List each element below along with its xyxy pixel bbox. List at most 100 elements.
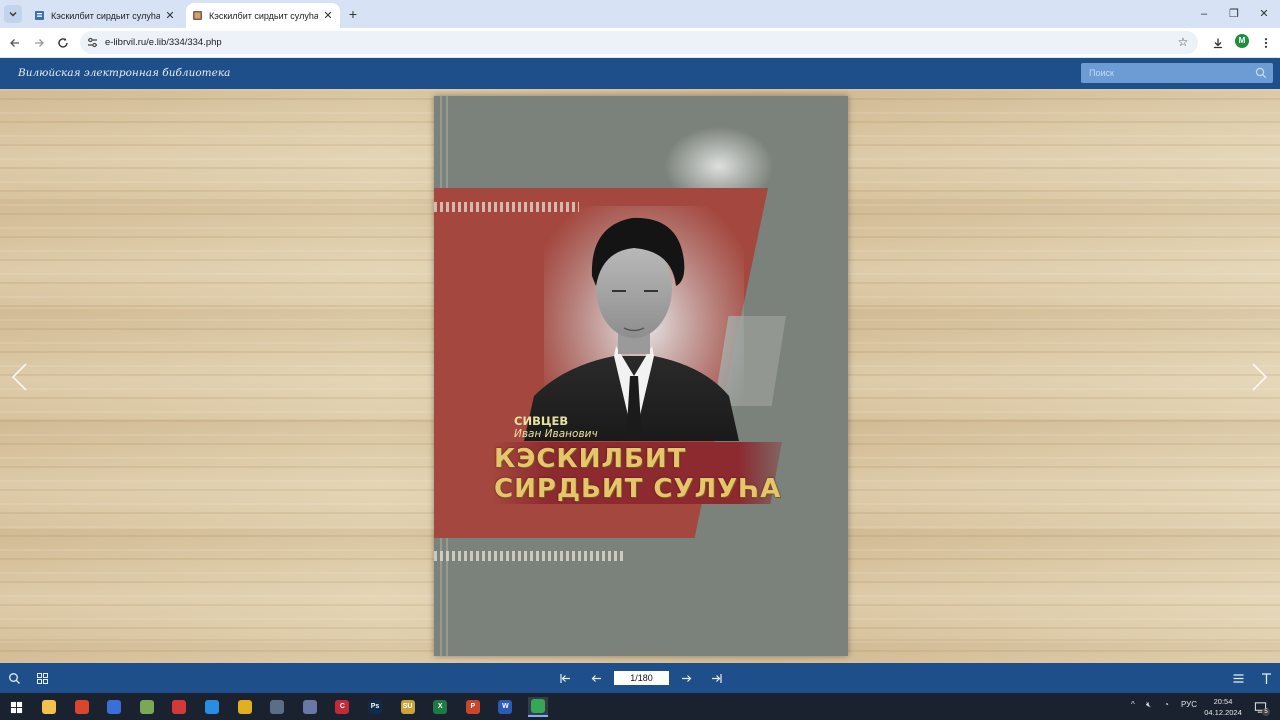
- taskbar-app-chrome-alt[interactable]: [104, 697, 124, 717]
- browser-menu-button[interactable]: [1258, 35, 1274, 51]
- minimize-icon[interactable]: –: [1196, 6, 1212, 22]
- taskbar-app-chrome[interactable]: [528, 697, 548, 717]
- windows-logo-icon: [10, 701, 22, 713]
- taskbar-app-app-c[interactable]: C: [332, 697, 352, 717]
- address-bar[interactable]: e-librvil.ru/e.lib/334/334.php ☆: [80, 31, 1198, 54]
- restore-icon[interactable]: ❐: [1226, 6, 1242, 22]
- app-yellow-icon: [237, 700, 252, 714]
- last-page-icon: [711, 673, 722, 683]
- taskbar-clock[interactable]: 20:54 04.12.2024: [1200, 696, 1246, 718]
- table-of-contents-button[interactable]: [1231, 671, 1245, 685]
- last-page-button[interactable]: [709, 671, 723, 685]
- app-pdf-icon: [172, 700, 187, 714]
- site-search: [1081, 63, 1273, 83]
- new-tab-button[interactable]: +: [345, 6, 361, 22]
- zoom-button[interactable]: [7, 671, 21, 685]
- taskbar-app-app-green[interactable]: [137, 697, 157, 717]
- reload-button[interactable]: [55, 35, 71, 51]
- chrome-alt-icon: [107, 700, 122, 714]
- page-number-input[interactable]: [614, 671, 669, 685]
- taskbar-app-app-su[interactable]: SU: [398, 697, 418, 717]
- taskbar-app-app-pdf[interactable]: [169, 697, 189, 717]
- app-doc-icon: [302, 700, 317, 714]
- search-icon[interactable]: [1255, 67, 1267, 79]
- start-button[interactable]: [6, 697, 26, 717]
- tab-title: Кэскилбит сирдьит сулуһа : [с: [209, 10, 318, 21]
- browser-tab-bar: Кэскилбит сирдьит сулуһа / сп ✕ Кэскилби…: [0, 0, 1280, 28]
- app-blue-circle-icon: [205, 700, 219, 714]
- author-portrait-image: [524, 206, 744, 441]
- volume-muted-icon[interactable]: 🔇︎: [1146, 700, 1151, 710]
- book-favicon-icon: [193, 11, 202, 20]
- taskbar-app-word[interactable]: W: [495, 697, 515, 717]
- book-cover-page[interactable]: СИВЦЕВ Иван Иванович КЭСКИЛБИТ СИРДЬИТ С…: [434, 96, 848, 656]
- taskbar-app-app-doc[interactable]: [300, 697, 320, 717]
- powerpoint-icon: P: [465, 700, 480, 714]
- taskbar-app-app-blue-circle[interactable]: [202, 697, 222, 717]
- text-mode-button[interactable]: [1259, 671, 1273, 685]
- taskbar-app-excel[interactable]: X: [430, 697, 450, 717]
- clock-date: 04.12.2024: [1204, 708, 1242, 717]
- zoom-search-icon: [8, 672, 20, 684]
- site-favicon-icon: [35, 11, 44, 20]
- photoshop-icon: Ps: [368, 700, 382, 714]
- list-icon: [1233, 673, 1243, 683]
- profile-avatar[interactable]: M: [1235, 34, 1249, 48]
- taskbar-app-powerpoint[interactable]: P: [463, 697, 483, 717]
- cover-ornament-bottom: [434, 551, 624, 561]
- first-page-icon: [559, 673, 570, 683]
- site-logo[interactable]: Вилюйская электронная библиотека: [18, 67, 230, 79]
- previous-page-arrow-icon[interactable]: [9, 362, 31, 392]
- arrow-left-icon: [591, 674, 601, 682]
- app-green-icon: [139, 700, 154, 714]
- book-author-name: Иван Иванович: [514, 428, 598, 440]
- tab-close-icon[interactable]: ✕: [322, 10, 334, 22]
- taskbar-app-app-yellow[interactable]: [235, 697, 255, 717]
- tab-search-button[interactable]: [4, 5, 22, 23]
- app-su-icon: SU: [400, 700, 415, 714]
- arrow-right-icon: [681, 674, 691, 682]
- site-info-icon[interactable]: [86, 36, 99, 49]
- input-language[interactable]: РУС: [1181, 700, 1197, 709]
- bookmark-star-icon[interactable]: ☆: [1176, 35, 1190, 49]
- reload-icon: [58, 38, 68, 48]
- reader-toolbar: [0, 663, 1280, 693]
- book-title-line-2: СИРДЬИТ СУЛУҺА: [494, 474, 782, 504]
- taskbar-app-app-red[interactable]: [72, 697, 92, 717]
- next-page-button[interactable]: [679, 671, 693, 685]
- search-input[interactable]: [1081, 63, 1251, 83]
- app-red-icon: [74, 700, 89, 714]
- chrome-icon: [531, 699, 545, 713]
- tray-chevron-icon[interactable]: ^: [1131, 700, 1135, 709]
- notification-count-badge: 5: [1262, 708, 1270, 716]
- back-button[interactable]: [7, 35, 23, 51]
- site-header: Вилюйская электронная библиотека: [0, 58, 1280, 89]
- kebab-menu-icon: [1264, 38, 1268, 48]
- taskbar-app-photoshop[interactable]: Ps: [365, 697, 385, 717]
- grid-icon: [36, 672, 48, 684]
- taskbar-app-file-explorer[interactable]: [39, 697, 59, 717]
- browser-tab-1[interactable]: Кэскилбит сирдьит сулуһа / сп ✕: [28, 3, 182, 28]
- downloads-button[interactable]: [1210, 35, 1226, 51]
- tab-title: Кэскилбит сирдьит сулуһа / сп: [51, 10, 160, 21]
- download-icon: [1214, 38, 1222, 49]
- tab-close-icon[interactable]: ✕: [164, 10, 176, 22]
- app-c-icon: C: [335, 700, 350, 714]
- taskbar-app-app-cloud[interactable]: [267, 697, 287, 717]
- browser-tab-2[interactable]: Кэскилбит сирдьит сулуһа : [с ✕: [186, 3, 340, 28]
- forward-button[interactable]: [31, 35, 47, 51]
- prev-page-button[interactable]: [589, 671, 603, 685]
- book-title-line-1: КЭСКИЛБИТ: [494, 444, 687, 474]
- arrow-left-icon: [10, 39, 19, 47]
- text-icon: [1261, 672, 1271, 684]
- arrow-right-icon: [35, 39, 44, 47]
- chevron-down-icon: [9, 12, 17, 17]
- close-window-icon[interactable]: ✕: [1256, 6, 1272, 22]
- book-author-surname: СИВЦЕВ: [514, 414, 569, 428]
- next-page-arrow-icon[interactable]: [1248, 362, 1270, 392]
- notification-center-button[interactable]: 5: [1250, 697, 1270, 717]
- wifi-icon[interactable]: ◔: [1164, 700, 1169, 709]
- first-page-button[interactable]: [558, 671, 572, 685]
- file-explorer-icon: [42, 700, 56, 714]
- thumbnails-button[interactable]: [35, 671, 49, 685]
